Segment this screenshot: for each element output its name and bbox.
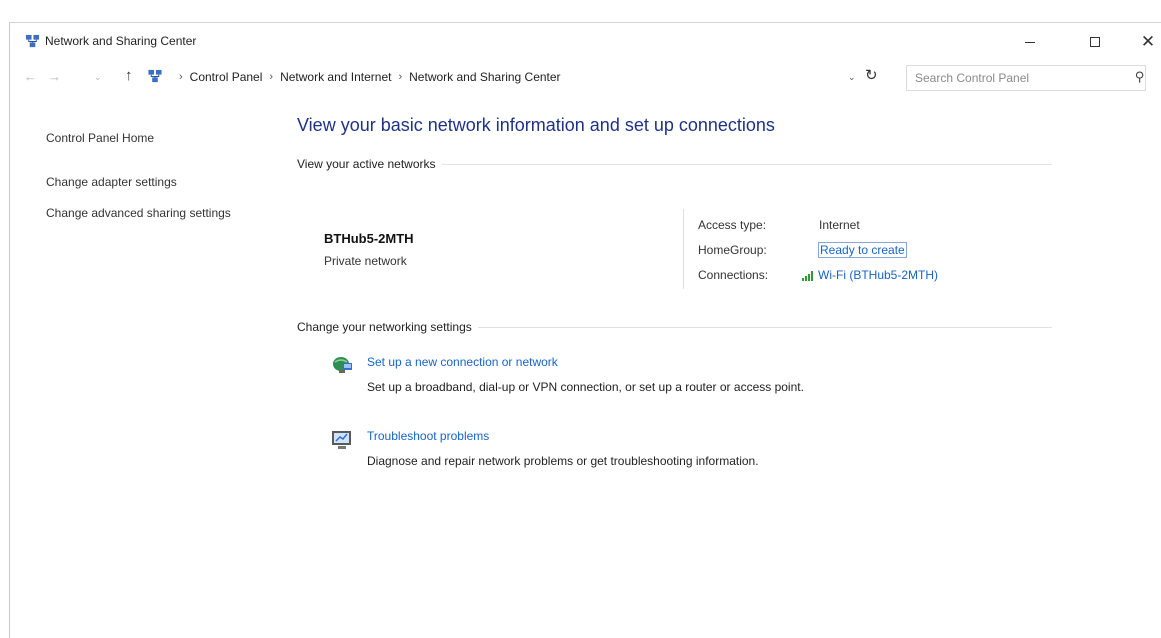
setup-connection-link[interactable]: Set up a new connection or network (367, 355, 558, 369)
minimize-button[interactable] (1010, 27, 1050, 57)
breadcrumb: › Control Panel › Network and Internet ›… (172, 70, 561, 84)
change-adapter-settings-link[interactable]: Change adapter settings (46, 174, 177, 191)
active-networks-section-header: View your active networks (297, 157, 1052, 171)
change-advanced-sharing-settings-link[interactable]: Change advanced sharing settings (46, 205, 236, 222)
close-button[interactable]: ✕ (1128, 27, 1161, 57)
new-connection-icon (333, 357, 352, 373)
wifi-signal-icon (802, 271, 813, 281)
network-sharing-center-icon (25, 34, 40, 48)
search-input[interactable] (915, 71, 1115, 85)
network-name: BTHub5-2MTH (324, 231, 414, 246)
wifi-connection-link[interactable]: Wi-Fi (BTHub5-2MTH) (818, 268, 938, 282)
homegroup-ready-link[interactable]: Ready to create (818, 242, 907, 258)
section-divider (477, 326, 1052, 328)
breadcrumb-network-and-internet[interactable]: Network and Internet (280, 70, 391, 84)
back-arrow-icon[interactable]: ← (24, 69, 37, 84)
close-icon: ✕ (1140, 32, 1156, 51)
up-arrow-icon[interactable]: ↑ (125, 67, 133, 84)
breadcrumb-separator: › (269, 71, 274, 83)
minimize-icon (1025, 41, 1035, 43)
recent-locations-chevron-icon[interactable]: ⌄ (94, 72, 102, 83)
network-type: Private network (324, 254, 407, 268)
search-icon[interactable]: ⚲ (1135, 69, 1145, 85)
control-panel-icon (148, 69, 162, 83)
active-networks-heading: View your active networks (297, 157, 436, 171)
refresh-icon[interactable]: ↻ (865, 66, 878, 84)
breadcrumb-control-panel[interactable]: Control Panel (190, 70, 263, 84)
troubleshoot-icon (332, 431, 351, 449)
networking-settings-heading: Change your networking settings (297, 320, 472, 334)
page-title: View your basic network information and … (297, 115, 775, 135)
connections-label: Connections: (698, 268, 769, 282)
window-title: Network and Sharing Center (45, 34, 197, 48)
connection-entry[interactable]: Wi-Fi (BTHub5-2MTH) (802, 268, 938, 282)
title-bar: Network and Sharing Center ✕ (10, 23, 1161, 61)
breadcrumb-network-and-sharing-center[interactable]: Network and Sharing Center (409, 70, 560, 84)
access-type-value: Internet (819, 218, 860, 232)
network-info-divider (683, 209, 684, 289)
search-box[interactable]: ⚲ (906, 65, 1146, 91)
maximize-button[interactable] (1075, 27, 1115, 57)
address-bar-row: ← → ⌄ ↑ › Control Panel › Network and In… (10, 61, 1161, 97)
breadcrumb-separator: › (179, 71, 183, 83)
control-panel-home-link[interactable]: Control Panel Home (46, 130, 154, 147)
address-dropdown-chevron-icon[interactable]: ⌄ (848, 72, 856, 83)
troubleshoot-link[interactable]: Troubleshoot problems (367, 429, 489, 443)
maximize-icon (1090, 37, 1100, 47)
networking-settings-section-header: Change your networking settings (297, 320, 1052, 334)
setup-connection-description: Set up a broadband, dial-up or VPN conne… (367, 380, 804, 394)
homegroup-label: HomeGroup: (698, 243, 767, 257)
forward-arrow-icon[interactable]: → (48, 69, 61, 84)
breadcrumb-separator: › (398, 71, 403, 83)
window: Network and Sharing Center ✕ ← → ⌄ ↑ › C… (9, 22, 1161, 638)
access-type-label: Access type: (698, 218, 767, 232)
section-divider (441, 163, 1052, 165)
troubleshoot-description: Diagnose and repair network problems or … (367, 454, 759, 468)
